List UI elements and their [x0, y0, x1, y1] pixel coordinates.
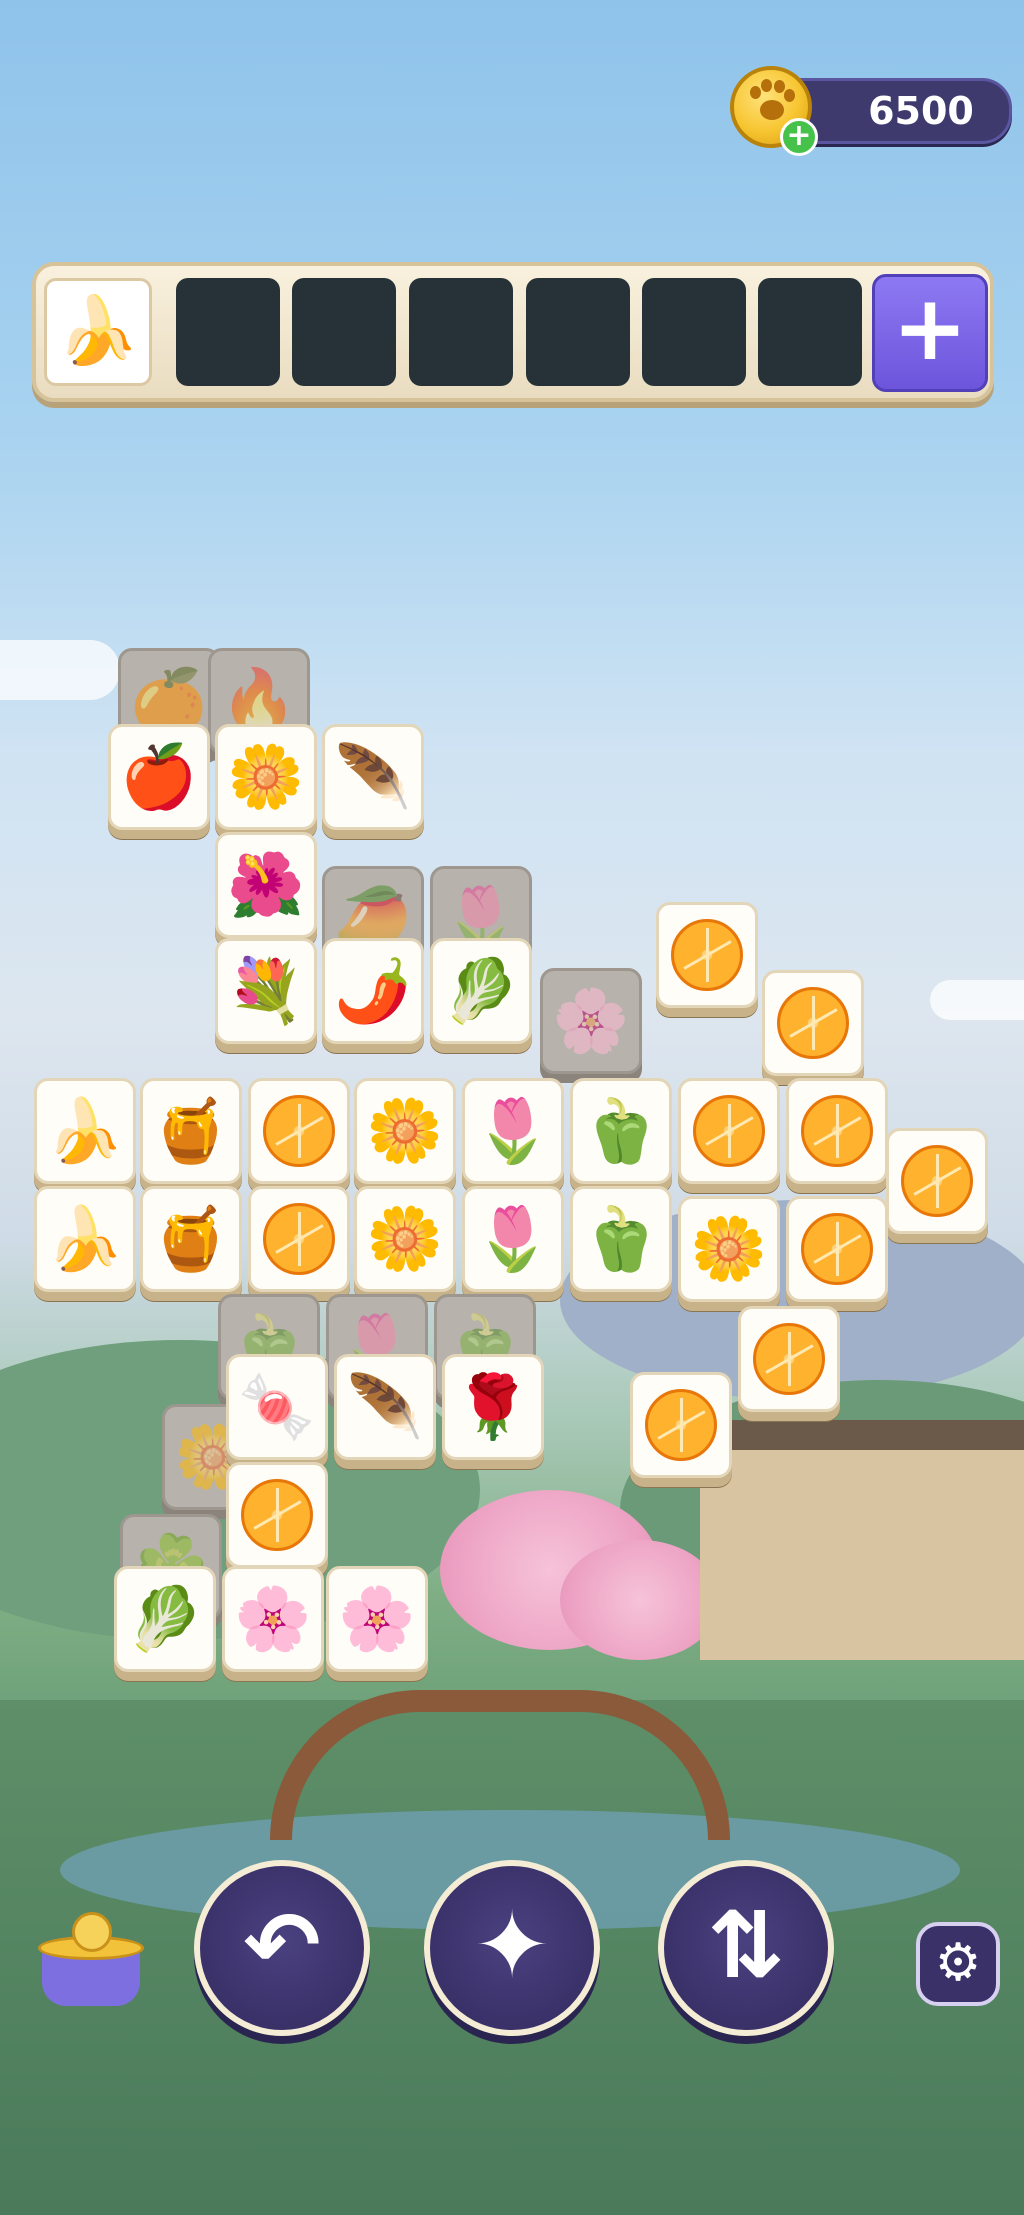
tile-icon: 🍊 — [130, 664, 208, 737]
orange-slice-icon — [263, 1095, 335, 1167]
tile-icon: 🍎 — [120, 740, 198, 813]
temple — [700, 1420, 1024, 1660]
game-tile[interactable]: 🍌 — [34, 1078, 136, 1184]
game-tile[interactable]: 🍬 — [226, 1354, 328, 1460]
tile-icon: 🌺 — [227, 848, 305, 921]
shuffle-button[interactable]: ⇅ — [658, 1860, 834, 2036]
cloud — [930, 980, 1024, 1020]
collection-slot — [292, 278, 396, 386]
game-tile[interactable]: 🪶 — [334, 1354, 436, 1460]
tile-icon: 🍌 — [46, 1202, 124, 1275]
tile-icon: 🔥 — [220, 664, 298, 737]
game-tile[interactable] — [762, 970, 864, 1076]
tile-icon: 🪶 — [334, 740, 412, 813]
tile-icon: 🌹 — [454, 1370, 532, 1443]
tile-icon: 🫑 — [582, 1202, 660, 1275]
magic-wand-icon: ✦ — [473, 1892, 551, 1999]
game-tile[interactable] — [656, 902, 758, 1008]
game-tile[interactable] — [226, 1462, 328, 1568]
tile-icon: 🍬 — [238, 1370, 316, 1443]
collection-bar: 🍌 + — [32, 262, 994, 402]
shuffle-icon: ⇅ — [707, 1892, 785, 1999]
tile-icon: 🌼 — [366, 1094, 444, 1167]
orange-slice-icon — [801, 1095, 873, 1167]
tile-icon: 🪶 — [346, 1370, 424, 1443]
tile-icon: 🌼 — [366, 1202, 444, 1275]
collection-slot — [642, 278, 746, 386]
game-tile[interactable]: 🌼 — [354, 1078, 456, 1184]
game-tile[interactable] — [678, 1078, 780, 1184]
game-tile[interactable]: 🥬 — [114, 1566, 216, 1672]
game-tile[interactable]: 🌹 — [442, 1354, 544, 1460]
tile-icon: 🌶️ — [334, 954, 412, 1027]
magic-wand-button[interactable]: ✦ — [424, 1860, 600, 2036]
tile-icon: 🌸 — [338, 1582, 416, 1655]
orange-slice-icon — [241, 1479, 313, 1551]
coin-pot-icon[interactable] — [36, 1902, 146, 2012]
tile-icon: 🌼 — [227, 740, 305, 813]
game-tile[interactable]: 🌷 — [462, 1186, 564, 1292]
collection-slot: 🍌 — [44, 278, 152, 386]
game-tile[interactable]: 🌺 — [215, 832, 317, 938]
tile-icon: 🌸 — [234, 1582, 312, 1655]
undo-button[interactable]: ↶ — [194, 1860, 370, 2036]
game-tile[interactable]: 🌷 — [462, 1078, 564, 1184]
orange-slice-icon — [263, 1203, 335, 1275]
tile-icon: 🌷 — [474, 1202, 552, 1275]
add-coins-button[interactable]: + — [780, 118, 818, 156]
orange-slice-icon — [753, 1323, 825, 1395]
game-tile[interactable]: 🪶 — [322, 724, 424, 830]
cherry-blossom-tree — [560, 1540, 720, 1660]
game-tile[interactable] — [248, 1078, 350, 1184]
game-tile[interactable]: 🫑 — [570, 1078, 672, 1184]
cloud — [0, 640, 120, 700]
game-tile[interactable]: 🥬 — [430, 938, 532, 1044]
coin-count: 6500 — [868, 89, 974, 133]
game-tile[interactable]: 🍯 — [140, 1186, 242, 1292]
tile-icon: 🌸 — [552, 984, 630, 1057]
game-tile[interactable] — [738, 1306, 840, 1412]
settings-button[interactable]: ⚙ — [916, 1922, 1000, 2006]
game-tile[interactable]: 🍌 — [34, 1186, 136, 1292]
game-tile[interactable]: 🌸 — [326, 1566, 428, 1672]
game-tile[interactable]: 🌼 — [215, 724, 317, 830]
undo-arrow-icon: ↶ — [243, 1892, 321, 1999]
orange-slice-icon — [777, 987, 849, 1059]
game-tile[interactable]: 💐 — [215, 938, 317, 1044]
orange-slice-icon — [671, 919, 743, 991]
orange-slice-icon — [645, 1389, 717, 1461]
game-tile[interactable]: 🌼 — [678, 1196, 780, 1302]
collection-slot — [758, 278, 862, 386]
game-tile[interactable] — [786, 1196, 888, 1302]
game-tile[interactable]: 🌶️ — [322, 938, 424, 1044]
game-tile[interactable] — [886, 1128, 988, 1234]
game-tile[interactable] — [248, 1186, 350, 1292]
game-tile[interactable]: 🫑 — [570, 1186, 672, 1292]
collection-slot — [526, 278, 630, 386]
game-tile[interactable]: 🍎 — [108, 724, 210, 830]
tile-icon: 🍯 — [152, 1202, 230, 1275]
orange-slice-icon — [801, 1213, 873, 1285]
game-tile: 🌸 — [540, 968, 642, 1074]
tile-icon: 🥬 — [126, 1582, 204, 1655]
tile-icon: 🌼 — [690, 1212, 768, 1285]
gear-icon: ⚙ — [934, 1933, 982, 1993]
tile-icon: 🥬 — [442, 954, 520, 1027]
game-tile[interactable] — [786, 1078, 888, 1184]
orange-slice-icon — [693, 1095, 765, 1167]
banana-icon: 🍌 — [56, 292, 140, 369]
orange-slice-icon — [901, 1145, 973, 1217]
game-tile[interactable]: 🌸 — [222, 1566, 324, 1672]
game-tile[interactable]: 🍯 — [140, 1078, 242, 1184]
collection-slot — [409, 278, 513, 386]
add-slot-button[interactable]: + — [872, 274, 988, 392]
tile-icon: 🍯 — [152, 1094, 230, 1167]
game-tile[interactable] — [630, 1372, 732, 1478]
tile-icon: 🌷 — [474, 1094, 552, 1167]
tile-icon: 🫑 — [582, 1094, 660, 1167]
collection-slot — [176, 278, 280, 386]
tile-icon: 🍌 — [46, 1094, 124, 1167]
tile-icon: 💐 — [227, 954, 305, 1027]
game-tile[interactable]: 🌼 — [354, 1186, 456, 1292]
